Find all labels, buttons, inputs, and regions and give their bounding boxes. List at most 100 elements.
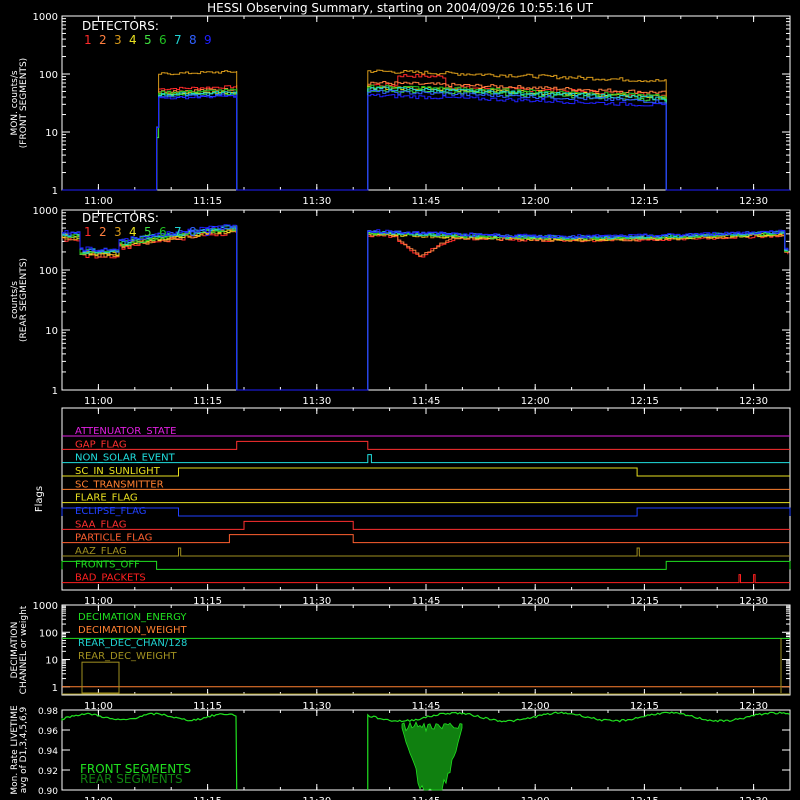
rear-series-detector-4 — [62, 226, 789, 391]
observing-summary-plot: 11:00 11:15 11:30 11:45 12:00 12:15 12:30 11:00… — [10, 12, 791, 800]
legend-item: 5 — [144, 225, 152, 239]
front-series-detector-4 — [62, 85, 790, 191]
x-tick-label: 11:15 — [193, 796, 222, 800]
x-tick-label: 11:45 — [412, 396, 441, 407]
flag-label: ECLIPSE_FLAG — [75, 506, 146, 517]
x-tick-label: 12:15 — [630, 701, 659, 712]
front-series-detector-6 — [62, 84, 790, 191]
legend-item: 8 — [189, 33, 197, 47]
y-axis-label: (FRONT SEGMENTS) — [19, 58, 29, 148]
x-tick-label: 11:15 — [193, 196, 222, 207]
legend-item: DECIMATION_ENERGY — [78, 612, 187, 623]
legend-item: REAR SEGMENTS — [80, 772, 183, 786]
x-tick-label: 12:15 — [630, 396, 659, 407]
flag-trace — [62, 520, 790, 530]
legend-item: REAR_DEC_CHAN/128 — [78, 638, 187, 649]
x-tick-label: 12:00 — [521, 196, 550, 207]
y-tick-label: 1 — [52, 683, 58, 694]
x-tick-label: 11:00 — [84, 396, 113, 407]
flag-trace — [61, 560, 791, 570]
x-tick-label: 12:30 — [739, 396, 768, 407]
front-series-detector-9 — [62, 93, 790, 191]
y-tick-label: 100 — [39, 628, 58, 639]
x-tick-label: 11:30 — [302, 396, 331, 407]
legend-title: DETECTORS: — [82, 211, 159, 225]
x-tick-label: 11:45 — [412, 196, 441, 207]
x-tick-label: 11:45 — [412, 701, 441, 712]
x-tick-label: 11:15 — [193, 596, 222, 607]
x-tick-label: 12:30 — [739, 701, 768, 712]
legend-item: 7 — [174, 225, 182, 239]
legend-item: 2 — [99, 225, 107, 239]
legend-item: 6 — [159, 225, 167, 239]
flag-trace — [62, 534, 790, 544]
y-tick-label: 0.92 — [38, 767, 58, 777]
y-tick-label: 0.96 — [38, 727, 58, 737]
rear-series-detector-6 — [62, 225, 789, 391]
livetime-rear-dip — [401, 721, 463, 791]
x-tick-label: 11:00 — [84, 196, 113, 207]
legend-item: REAR_DEC_WEIGHT — [78, 651, 177, 662]
legend-item: 6 — [159, 33, 167, 47]
front-series-detector-5 — [62, 89, 790, 191]
y-axis-label: Flags — [34, 486, 45, 512]
legend-item: 5 — [144, 33, 152, 47]
rear-series-detector-5 — [62, 225, 789, 391]
flag-label: FLARE_FLAG — [75, 493, 138, 504]
front-series-detector-8 — [62, 89, 790, 191]
flag-label: NON_SOLAR_EVENT — [75, 453, 176, 464]
y-tick-label: 10 — [45, 128, 58, 139]
x-tick-label: 11:30 — [302, 196, 331, 207]
legend-item: 4 — [129, 225, 137, 239]
flag-label: AAZ_FLAG — [75, 546, 127, 557]
x-tick-label: 11:00 — [84, 596, 113, 607]
y-tick-label: 1 — [52, 186, 58, 197]
x-tick-label: 11:00 — [84, 796, 113, 800]
y-tick-label: 0.90 — [38, 787, 58, 797]
y-tick-label: 0.98 — [38, 707, 58, 717]
legend-item: 9 — [204, 33, 212, 47]
rear-series-detector-9 — [62, 224, 789, 391]
front-series-detector-2 — [62, 81, 790, 191]
flag-trace — [62, 547, 790, 557]
x-tick-label: 12:30 — [739, 796, 768, 800]
legend-item: 7 — [174, 33, 182, 47]
panel-frame-front — [61, 15, 791, 191]
rear-series-detector-8 — [62, 225, 789, 391]
x-tick-label: 12:15 — [630, 596, 659, 607]
x-tick-label: 11:30 — [302, 701, 331, 712]
x-tick-label: 12:00 — [521, 796, 550, 800]
x-tick-label: 11:30 — [302, 796, 331, 800]
y-tick-label: 1000 — [33, 12, 58, 23]
decimation-box — [81, 661, 120, 694]
y-tick-label: 10 — [45, 326, 58, 337]
legend-item: 8 — [189, 225, 197, 239]
x-tick-label: 12:30 — [739, 196, 768, 207]
flag-label: FRONTS_OFF — [75, 559, 140, 570]
x-tick-label: 12:30 — [739, 596, 768, 607]
y-tick-label: 0.94 — [38, 747, 58, 757]
flag-label: BAD_PACKETS — [75, 573, 146, 584]
legend-item: 3 — [114, 225, 122, 239]
flag-label: SAA_FLAG — [75, 519, 126, 530]
flag-trace — [62, 467, 790, 477]
x-tick-label: 12:00 — [521, 396, 550, 407]
flag-label: GAP_FLAG — [75, 439, 127, 450]
legend-title: DETECTORS: — [82, 19, 159, 33]
y-tick-label: 10 — [45, 656, 58, 667]
flag-label: SC_TRANSMITTER — [75, 479, 164, 490]
x-tick-label: 11:45 — [412, 596, 441, 607]
legend-item: 4 — [129, 33, 137, 47]
front-series-detector-7 — [62, 86, 790, 191]
y-axis-label: avg of D1,3,4,5,6,9 — [19, 706, 29, 793]
flag-trace — [62, 574, 790, 584]
legend-item: 9 — [204, 225, 212, 239]
y-tick-label: 1 — [52, 386, 58, 397]
y-axis-label: CHANNEL or weight — [19, 605, 29, 694]
flag-trace — [62, 440, 790, 450]
legend-item: 2 — [99, 33, 107, 47]
y-tick-label: 1000 — [33, 601, 58, 612]
legend-item: 1 — [84, 33, 92, 47]
legend-item: DECIMATION_WEIGHT — [78, 625, 187, 636]
flag-label: ATTENUATOR_STATE — [75, 426, 176, 437]
